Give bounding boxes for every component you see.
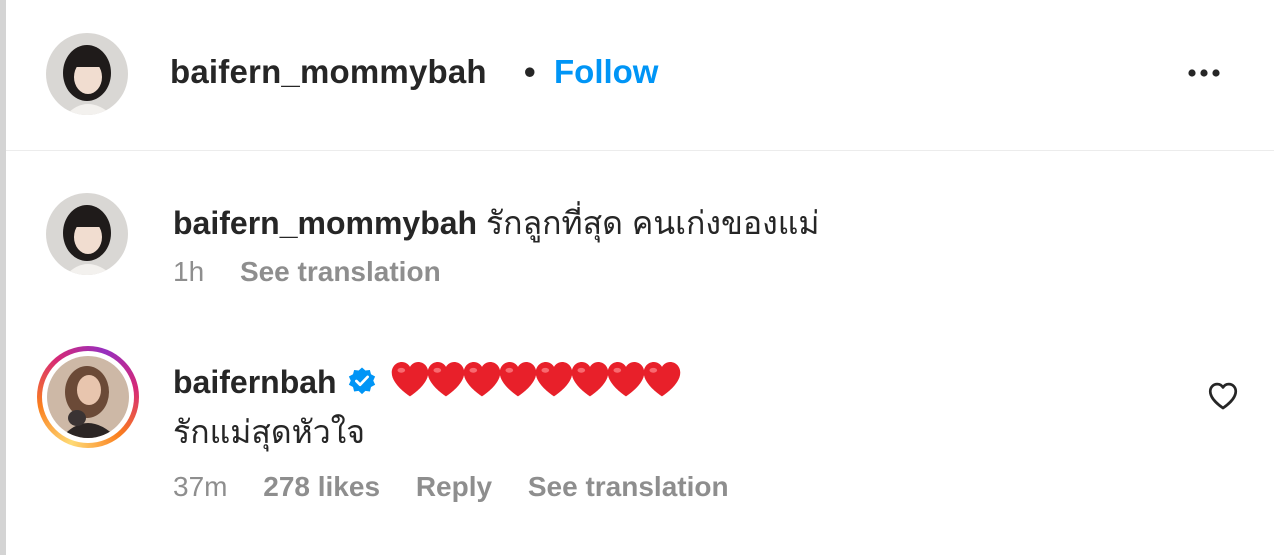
reply-comment: baifernbah รักแม่สุดหัวใจ 37m 278 likes …: [0, 345, 1280, 515]
caption-meta: 1h See translation: [173, 256, 469, 288]
reply-line: baifernbah: [173, 359, 680, 407]
caption-text: รักลูกที่สุด คนเก่งของแม่: [485, 205, 820, 241]
reply-button[interactable]: Reply: [416, 471, 492, 502]
comments-panel: baifern_mommybah • Follow baifern_mommyb…: [0, 0, 1280, 555]
caption-line: baifern_mommybah รักลูกที่สุด คนเก่งของแ…: [173, 198, 819, 249]
emoji-hearts: [389, 359, 680, 407]
verified-badge-icon: [347, 366, 377, 404]
reply-text-line: รักแม่สุดหัวใจ: [173, 407, 365, 458]
reply-time: 37m: [173, 471, 228, 502]
caption-username[interactable]: baifern_mommybah: [173, 205, 477, 241]
post-header: baifern_mommybah • Follow: [6, 0, 1274, 151]
more-horizontal-icon: [1188, 69, 1220, 77]
caption-avatar[interactable]: [46, 193, 128, 275]
more-options-button[interactable]: [1180, 58, 1228, 88]
reply-likes-count[interactable]: 278 likes: [263, 471, 380, 502]
header-username[interactable]: baifern_mommybah: [170, 53, 487, 91]
reply-username[interactable]: baifernbah: [173, 364, 337, 400]
author-avatar[interactable]: [46, 33, 128, 115]
reply-avatar[interactable]: [47, 356, 129, 438]
caption-comment: baifern_mommybah รักลูกที่สุด คนเก่งของแ…: [0, 190, 1280, 300]
caption-time: 1h: [173, 256, 205, 287]
reply-see-translation-button[interactable]: See translation: [528, 471, 729, 502]
follow-button[interactable]: Follow: [554, 53, 658, 91]
header-separator: •: [524, 53, 536, 90]
reply-text: รักแม่สุดหัวใจ: [173, 414, 366, 450]
reply-meta: 37m 278 likes Reply See translation: [173, 471, 757, 503]
like-comment-button[interactable]: [1206, 379, 1240, 413]
heart-outline-icon: [1208, 382, 1238, 410]
caption-see-translation-button[interactable]: See translation: [240, 256, 441, 287]
red-heart-emoji-icon: [643, 361, 680, 397]
